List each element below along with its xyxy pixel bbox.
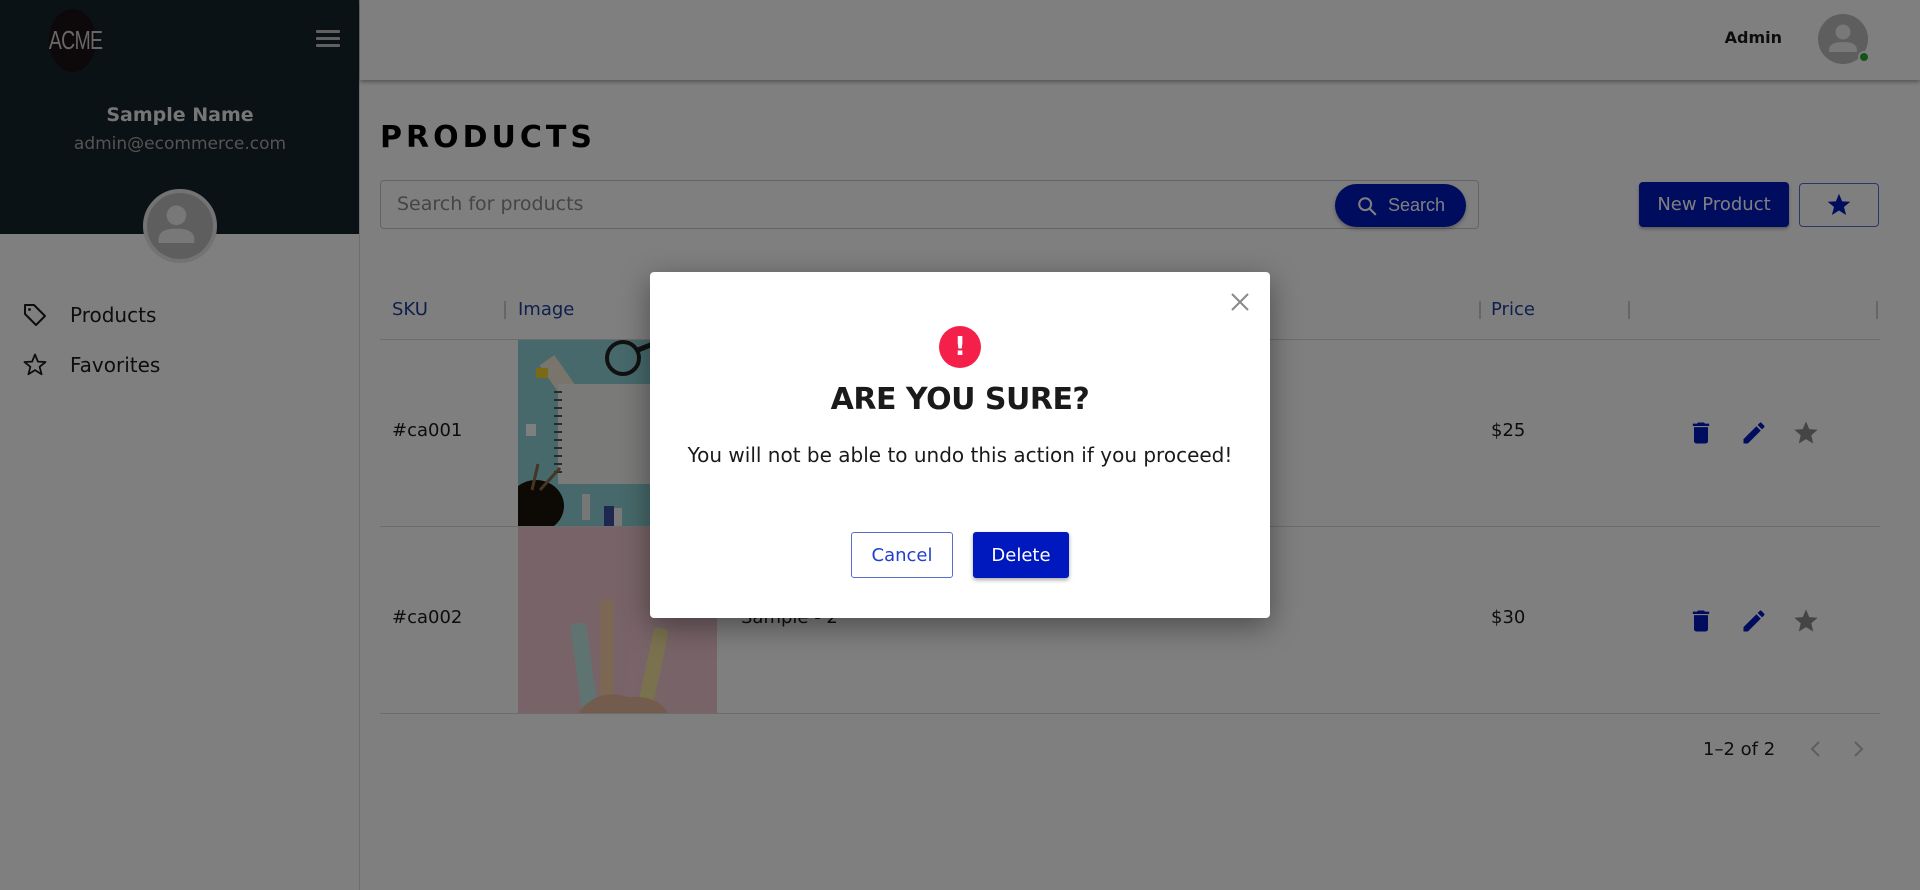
delete-button[interactable]: Delete — [973, 532, 1069, 578]
close-icon[interactable] — [1228, 290, 1252, 314]
confirm-delete-dialog: ! ARE YOU SURE? You will not be able to … — [650, 272, 1270, 618]
cancel-button[interactable]: Cancel — [851, 532, 953, 578]
dialog-title: ARE YOU SURE? — [830, 382, 1090, 417]
dialog-message: You will not be able to undo this action… — [687, 443, 1233, 467]
alert-icon: ! — [939, 326, 981, 368]
